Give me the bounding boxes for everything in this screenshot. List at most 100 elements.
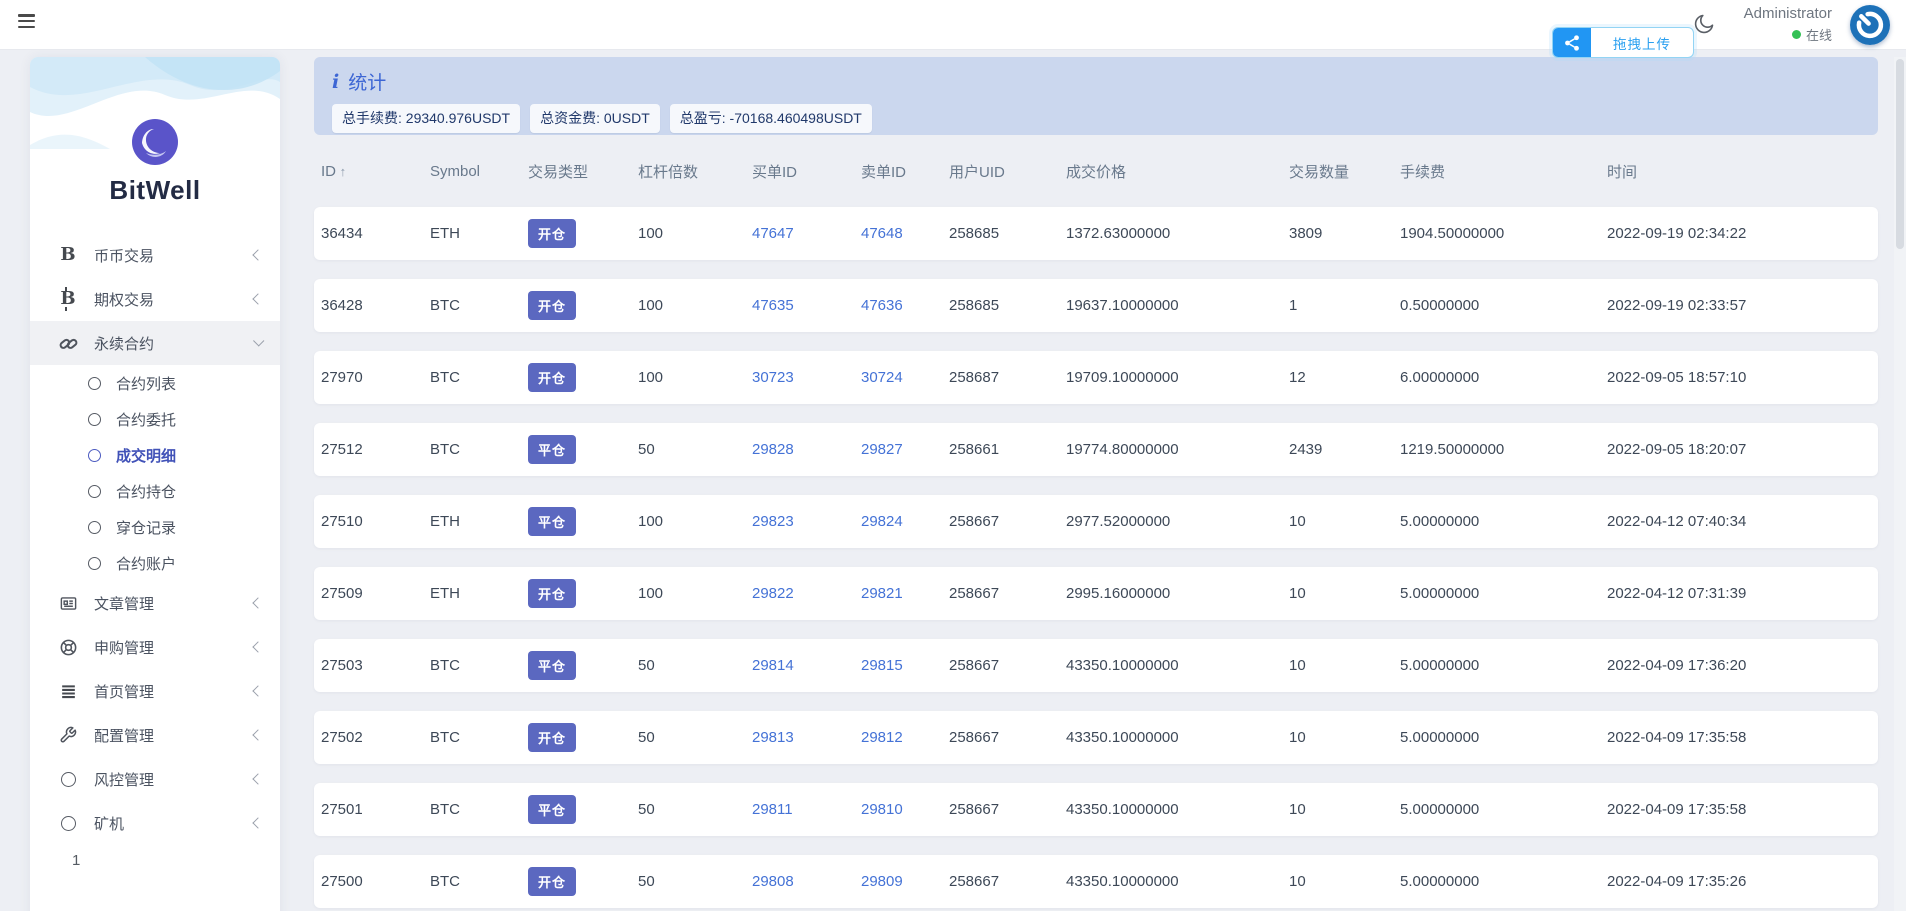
- cell-symbol: ETH: [430, 225, 528, 242]
- cell-fee: 1219.50000000: [1400, 441, 1607, 458]
- sell-order-link[interactable]: 47636: [861, 297, 903, 314]
- cell-buy-id: 29811: [752, 801, 861, 818]
- column-header-5[interactable]: 卖单ID: [861, 161, 949, 182]
- column-header-0[interactable]: ID ↑: [321, 163, 430, 180]
- cell-sell-id: 29810: [861, 801, 949, 818]
- cell-id: 27970: [321, 369, 430, 386]
- sell-order-link[interactable]: 29812: [861, 729, 903, 746]
- column-header-6[interactable]: 用户UID: [949, 161, 1066, 182]
- column-header-10[interactable]: 时间: [1607, 161, 1878, 182]
- sidebar-subitem[interactable]: 合约列表: [30, 365, 280, 401]
- table-row: 36434ETH开仓10047647476482586851372.630000…: [314, 207, 1878, 260]
- main-content: i 统计 总手续费: 29340.976USDT 总资金费: 0USDT 总盈亏…: [314, 57, 1878, 911]
- table-row: 27503BTC平仓50298142981525866743350.100000…: [314, 639, 1878, 692]
- buy-order-link[interactable]: 30723: [752, 369, 794, 386]
- power-logo-icon: [1850, 32, 1890, 49]
- sidebar-item-6[interactable]: 配置管理: [30, 713, 280, 757]
- user-name: Administrator: [1744, 5, 1832, 22]
- cell-sell-id: 29809: [861, 873, 949, 890]
- user-block: Administrator 在线: [1744, 5, 1832, 44]
- cell-qty: 10: [1289, 873, 1400, 890]
- cell-leverage: 100: [638, 513, 752, 530]
- sidebar-subitem[interactable]: 合约账户: [30, 545, 280, 581]
- sell-order-link[interactable]: 47648: [861, 225, 903, 242]
- cell-trade-type: 开仓: [528, 219, 638, 248]
- sell-order-link[interactable]: 29824: [861, 513, 903, 530]
- chevron-left-icon: [252, 293, 263, 304]
- cell-uid: 258661: [949, 441, 1066, 458]
- sidebar-header: BitWell: [30, 57, 280, 207]
- column-header-1[interactable]: Symbol: [430, 163, 528, 180]
- sidebar-item-8[interactable]: 矿机: [30, 801, 280, 845]
- column-header-8[interactable]: 交易数量: [1289, 161, 1400, 182]
- cell-trade-type: 开仓: [528, 291, 638, 320]
- chevron-left-icon: [252, 729, 263, 740]
- cell-leverage: 50: [638, 873, 752, 890]
- buy-order-link[interactable]: 29814: [752, 657, 794, 674]
- buy-order-link[interactable]: 29828: [752, 441, 794, 458]
- sidebar-item-label: 矿机: [94, 813, 248, 834]
- drag-upload-button[interactable]: 拖拽上传: [1552, 27, 1694, 58]
- table-row: 27512BTC平仓50298282982725866119774.800000…: [314, 423, 1878, 476]
- sidebar-item-1[interactable]: B期权交易: [30, 277, 280, 321]
- letter-b-icon: B: [56, 246, 80, 264]
- cell-id: 27500: [321, 873, 430, 890]
- sidebar-subitem[interactable]: 合约持仓: [30, 473, 280, 509]
- cell-price: 19709.10000000: [1066, 369, 1289, 386]
- cell-leverage: 100: [638, 225, 752, 242]
- user-avatar[interactable]: [1850, 5, 1890, 45]
- column-header-2[interactable]: 交易类型: [528, 161, 638, 182]
- sell-order-link[interactable]: 29821: [861, 585, 903, 602]
- cell-sell-id: 29824: [861, 513, 949, 530]
- cell-leverage: 100: [638, 297, 752, 314]
- sidebar-item-3[interactable]: 文章管理: [30, 581, 280, 625]
- sell-order-link[interactable]: 29810: [861, 801, 903, 818]
- sell-order-link[interactable]: 29827: [861, 441, 903, 458]
- dark-mode-toggle[interactable]: [1692, 12, 1718, 38]
- cell-buy-id: 47647: [752, 225, 861, 242]
- buy-order-link[interactable]: 29813: [752, 729, 794, 746]
- stats-title: i 统计: [332, 68, 1860, 95]
- sidebar-item-2[interactable]: 永续合约: [30, 321, 280, 365]
- online-dot-icon: [1792, 30, 1801, 39]
- table-body: 36434ETH开仓10047647476482586851372.630000…: [314, 207, 1878, 908]
- sidebar-item-0[interactable]: B币币交易: [30, 233, 280, 277]
- sidebar-subitem[interactable]: 穿仓记录: [30, 509, 280, 545]
- scrollbar-thumb[interactable]: [1896, 59, 1904, 249]
- sidebar-subitem[interactable]: 合约委托: [30, 401, 280, 437]
- buy-order-link[interactable]: 47635: [752, 297, 794, 314]
- column-header-9[interactable]: 手续费: [1400, 161, 1607, 182]
- buy-order-link[interactable]: 29823: [752, 513, 794, 530]
- sidebar-subitem-label: 合约列表: [116, 373, 176, 394]
- table-row: 27502BTC开仓50298132981225866743350.100000…: [314, 711, 1878, 764]
- sell-order-link[interactable]: 29809: [861, 873, 903, 890]
- cell-fee: 5.00000000: [1400, 513, 1607, 530]
- buy-order-link[interactable]: 29811: [752, 801, 793, 818]
- vertical-scrollbar[interactable]: [1894, 57, 1906, 911]
- stat-total-pnl: 总盈亏: -70168.460498USDT: [670, 104, 872, 133]
- cell-qty: 10: [1289, 801, 1400, 818]
- column-header-4[interactable]: 买单ID: [752, 161, 861, 182]
- sidebar-item-5[interactable]: 首页管理: [30, 669, 280, 713]
- table-row: 27970BTC开仓100307233072425868719709.10000…: [314, 351, 1878, 404]
- buy-order-link[interactable]: 29808: [752, 873, 794, 890]
- cell-sell-id: 29821: [861, 585, 949, 602]
- buy-order-link[interactable]: 47647: [752, 225, 794, 242]
- chevron-left-icon: [252, 641, 263, 652]
- sell-order-link[interactable]: 30724: [861, 369, 903, 386]
- cell-price: 43350.10000000: [1066, 873, 1289, 890]
- column-header-7[interactable]: 成交价格: [1066, 161, 1289, 182]
- radio-circle-icon: [88, 485, 101, 498]
- cell-symbol: BTC: [430, 297, 528, 314]
- cell-qty: 10: [1289, 513, 1400, 530]
- trade-type-badge: 开仓: [528, 723, 576, 752]
- buy-order-link[interactable]: 29822: [752, 585, 794, 602]
- sort-asc-icon: ↑: [336, 164, 346, 179]
- sidebar-item-7[interactable]: 风控管理: [30, 757, 280, 801]
- sidebar-subitem[interactable]: 成交明细: [30, 437, 280, 473]
- wrench-icon: [56, 726, 80, 744]
- sell-order-link[interactable]: 29815: [861, 657, 903, 674]
- column-header-3[interactable]: 杠杆倍数: [638, 161, 752, 182]
- sidebar-item-4[interactable]: 申购管理: [30, 625, 280, 669]
- menu-toggle-icon[interactable]: [18, 14, 38, 34]
